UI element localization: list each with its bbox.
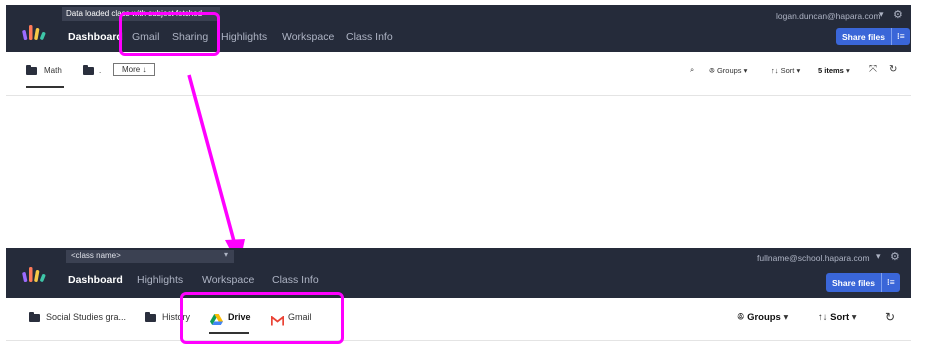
- more-button[interactable]: More ↓: [113, 63, 156, 76]
- groups-label: Groups: [747, 312, 781, 323]
- search-icon[interactable]: ⌕: [690, 65, 694, 75]
- tab-math[interactable]: Math: [44, 66, 62, 75]
- nav-class-info[interactable]: Class Info: [272, 274, 319, 286]
- hapara-logo-icon: [22, 24, 48, 40]
- nav-highlights[interactable]: Highlights: [221, 31, 267, 43]
- hapara-logo-icon: [22, 266, 48, 282]
- groups-dropdown[interactable]: ꔮ Groups ▾: [709, 66, 747, 76]
- gear-icon[interactable]: ⚙: [893, 8, 903, 21]
- annotation-arrow: [187, 74, 245, 267]
- share-files-label: Share files: [832, 277, 875, 288]
- sort-dropdown[interactable]: ↑↓ Sort ▾: [818, 312, 857, 323]
- nav-dashboard[interactable]: Dashboard: [68, 274, 123, 286]
- class-select[interactable]: <class name> ▾: [66, 250, 234, 263]
- expand-icon[interactable]: ⤧: [869, 64, 877, 75]
- refresh-icon[interactable]: ↻: [889, 64, 897, 75]
- share-files-button[interactable]: Share files ⁝≡: [826, 273, 900, 292]
- sort-icon: ↑↓: [771, 66, 779, 75]
- arrow-shaft: [187, 74, 237, 246]
- share-files-button[interactable]: Share files ⁝≡: [836, 28, 910, 45]
- sort-dropdown[interactable]: ↑↓ Sort ▾: [771, 66, 800, 75]
- nav-workspace[interactable]: Workspace: [282, 31, 334, 43]
- tab-social-studies[interactable]: Social Studies gra...: [46, 312, 126, 322]
- nav-workspace[interactable]: Workspace: [202, 274, 254, 286]
- groups-icon: ꔮ: [737, 312, 745, 323]
- folder-icon: [26, 65, 37, 75]
- arrow-down-icon: ↓: [142, 65, 147, 74]
- sort-label: Sort: [830, 312, 850, 323]
- highlight-box-bottom: [180, 292, 344, 344]
- chevron-down-icon: ▾: [223, 250, 228, 259]
- more-label: More: [122, 65, 141, 74]
- user-email[interactable]: fullname@school.hapara.com: [757, 253, 870, 263]
- list-icon[interactable]: ⁝≡: [881, 273, 900, 292]
- tab-folder[interactable]: .: [99, 66, 101, 75]
- items-count-dropdown[interactable]: 5 items ▾: [818, 66, 850, 75]
- chevron-down-icon[interactable]: ▾: [879, 9, 884, 20]
- nav-dashboard[interactable]: Dashboard: [68, 31, 123, 43]
- folder-icon: [29, 312, 40, 322]
- folder-icon: [83, 65, 94, 75]
- groups-dropdown[interactable]: ꔮ Groups ▾: [737, 312, 788, 323]
- groups-label: Groups: [716, 66, 742, 75]
- share-files-label: Share files: [842, 31, 885, 42]
- sort-label: Sort: [780, 66, 795, 75]
- folder-icon: [145, 312, 156, 322]
- gear-icon[interactable]: ⚙: [890, 250, 900, 263]
- chevron-down-icon[interactable]: ▾: [876, 251, 881, 262]
- nav-highlights[interactable]: Highlights: [137, 274, 183, 286]
- list-icon[interactable]: ⁝≡: [891, 28, 910, 45]
- nav-class-info[interactable]: Class Info: [346, 31, 393, 43]
- sort-icon: ↑↓: [818, 312, 828, 323]
- class-select-value: <class name>: [71, 251, 121, 260]
- active-tab-indicator: [26, 86, 64, 88]
- items-count: 5 items: [818, 66, 844, 75]
- highlight-box-top: [119, 12, 220, 56]
- refresh-icon[interactable]: ↻: [885, 310, 895, 324]
- user-email[interactable]: logan.duncan@hapara.com: [776, 11, 881, 21]
- groups-icon: ꔮ: [709, 66, 715, 75]
